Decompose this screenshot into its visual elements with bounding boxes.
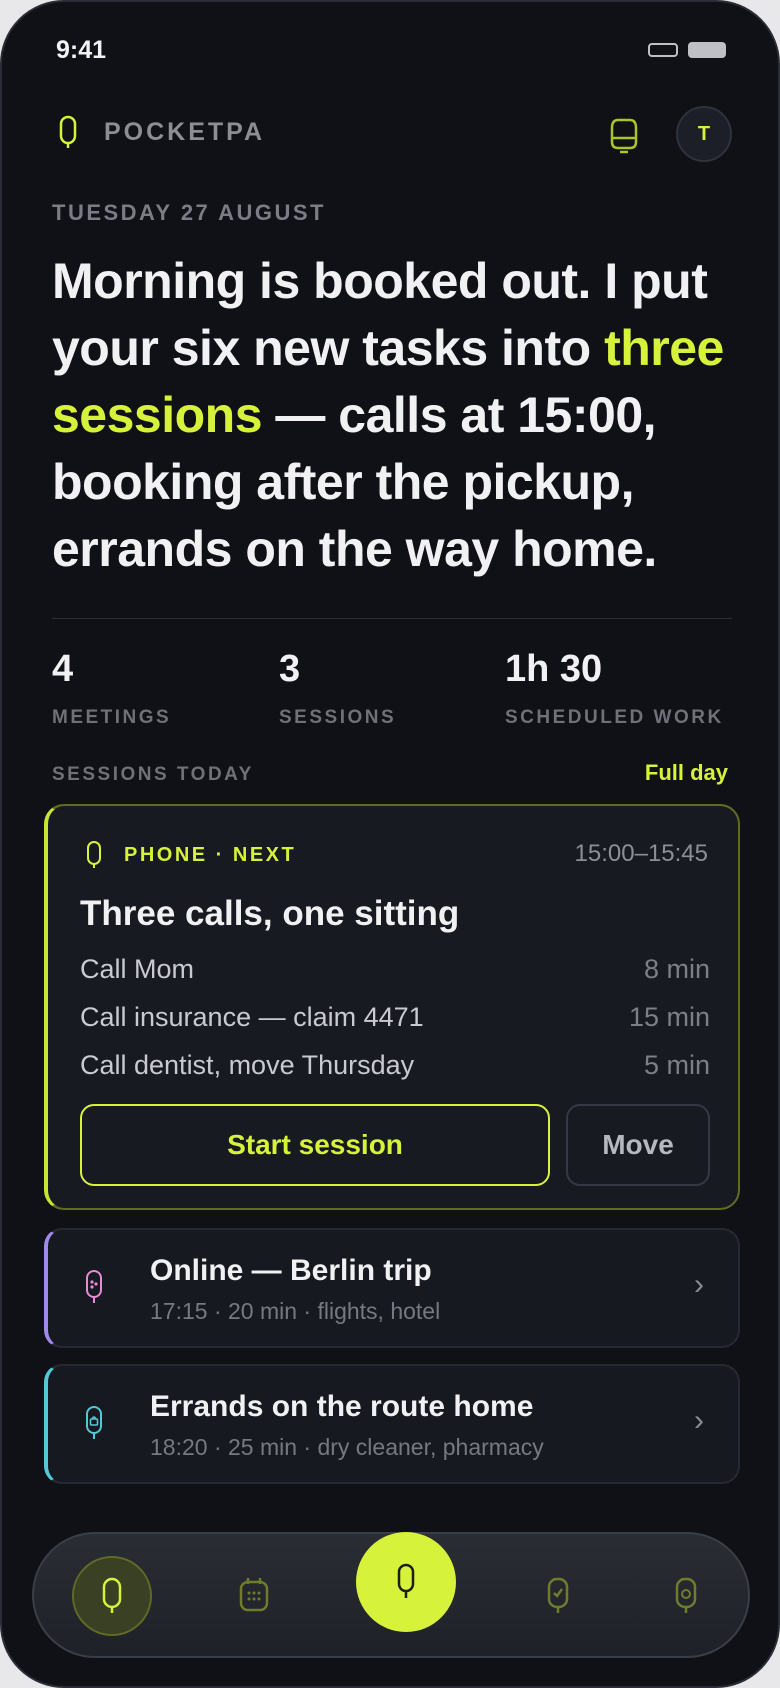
task-duration: 8 min — [643, 954, 710, 984]
session-title: Three calls, one sitting — [80, 894, 460, 933]
nav-calendar[interactable] — [214, 1556, 294, 1636]
task-name: Call Mom — [80, 954, 195, 984]
pocket-logo-icon — [59, 115, 77, 148]
stat-sessions: 3 SESSIONS — [279, 648, 396, 729]
stat-value: 4 — [52, 648, 74, 690]
home-icon — [102, 1577, 122, 1613]
status-icons — [648, 42, 726, 58]
session-title: Errands on the route home — [150, 1390, 534, 1423]
summary-headline: Morning is booked out. I put your six ne… — [52, 248, 742, 583]
task-duration: 5 min — [643, 1050, 710, 1080]
errands-pocket-icon — [86, 1406, 102, 1439]
task-name: Call dentist, move Thursday — [80, 1050, 415, 1080]
settings-icon — [675, 1577, 697, 1613]
nav-home[interactable] — [72, 1556, 152, 1636]
full-day-link[interactable]: Full day — [645, 760, 728, 786]
session-card-berlin-trip[interactable]: Online — Berlin trip 17:15 · 20 min · fl… — [44, 1228, 740, 1348]
brand-name: POCKETPA — [104, 117, 266, 146]
move-session-button[interactable]: Move — [566, 1104, 710, 1186]
session-details: 18:20 · 25 min · dry cleaner, pharmacy — [150, 1434, 544, 1460]
calendar-icon — [239, 1578, 269, 1612]
stat-value: 3 — [279, 648, 301, 690]
session-time: 15:00–15:45 — [574, 840, 708, 867]
brand: POCKETPA — [58, 114, 265, 150]
capture-icon — [397, 1563, 415, 1598]
sessions-title: SESSIONS TODAY — [52, 764, 254, 785]
chevron-right-icon: › — [694, 1268, 704, 1301]
stat-label: SCHEDULED WORK — [505, 707, 724, 728]
status-time: 9:41 — [56, 36, 107, 64]
next-session-card[interactable]: PHONE · NEXT 15:00–15:45 Three calls, on… — [44, 804, 740, 1210]
task-duration: 15 min — [628, 1002, 710, 1032]
phone-pocket-icon — [87, 841, 101, 868]
chevron-right-icon: › — [694, 1404, 704, 1437]
session-card-errands[interactable]: Errands on the route home 18:20 · 25 min… — [44, 1364, 740, 1484]
bottom-nav — [32, 1532, 750, 1658]
phone-screen: 9:41 POCKETPA T TUESDAY 27 AUGUST Mornin… — [0, 0, 780, 1688]
session-tag-text: PHONE · NEXT — [124, 843, 297, 866]
battery-icon — [688, 42, 726, 58]
date-label: TUESDAY 27 AUGUST — [52, 200, 326, 225]
stat-value: 1h 30 — [505, 648, 603, 690]
capture-button[interactable] — [356, 1532, 456, 1632]
stat-meetings: 4 MEETINGS — [52, 648, 171, 729]
task-row[interactable]: Call insurance — claim 4471 15 min — [80, 1002, 710, 1033]
session-details: 17:15 · 20 min · flights, hotel — [150, 1298, 441, 1324]
stat-scheduled-work: 1h 30 SCHEDULED WORK — [505, 648, 724, 729]
session-tag: PHONE · NEXT — [86, 840, 296, 870]
avatar[interactable]: T — [676, 106, 732, 162]
divider — [52, 618, 732, 619]
task-name: Call insurance — claim 4471 — [80, 1002, 424, 1032]
task-row[interactable]: Call Mom 8 min — [80, 954, 710, 985]
check-icon — [547, 1577, 569, 1613]
pocket-inbox-icon[interactable] — [604, 114, 644, 154]
session-title: Online — Berlin trip — [150, 1254, 432, 1287]
start-session-button[interactable]: Start session — [80, 1104, 550, 1186]
stat-label: SESSIONS — [279, 707, 397, 728]
nav-done[interactable] — [518, 1556, 598, 1636]
stat-label: MEETINGS — [52, 707, 172, 728]
online-pocket-icon — [86, 1270, 102, 1303]
nav-settings[interactable] — [646, 1556, 726, 1636]
signal-icon — [648, 43, 678, 57]
task-row[interactable]: Call dentist, move Thursday 5 min — [80, 1050, 710, 1081]
